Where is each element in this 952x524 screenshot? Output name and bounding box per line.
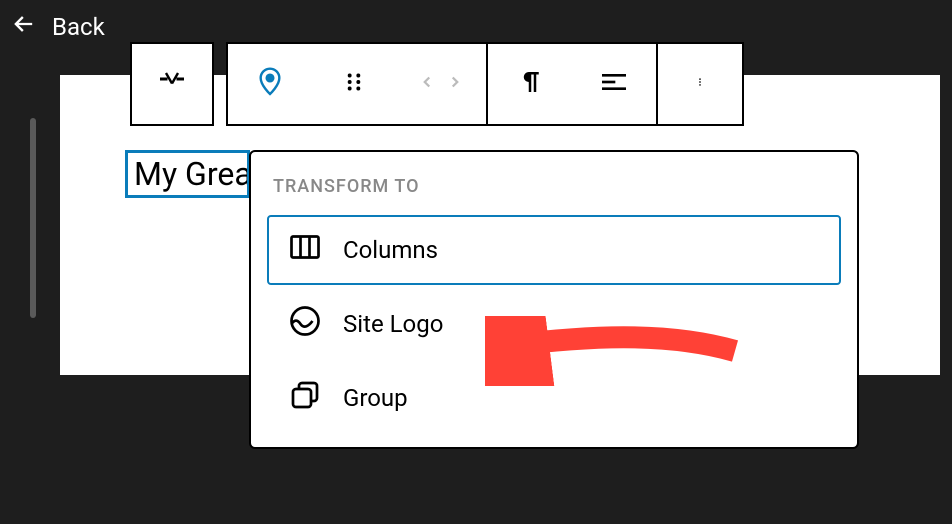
- kebab-icon: [695, 67, 705, 101]
- chevron-right-icon: [446, 68, 464, 100]
- menu-item-label: Columns: [343, 236, 438, 264]
- drag-handle-button[interactable]: [312, 44, 396, 124]
- block-toolbar: [130, 42, 744, 126]
- site-title-block-icon: [154, 64, 190, 104]
- transform-popover: TRANSFORM TO Columns Site Logo Group: [249, 150, 859, 449]
- site-title-block[interactable]: My Great Site: [125, 150, 250, 198]
- back-label: Back: [52, 13, 105, 41]
- menu-item-label: Site Logo: [343, 310, 443, 338]
- paragraph-button[interactable]: [488, 44, 572, 124]
- block-transform-button[interactable]: [228, 44, 312, 124]
- transform-option-site-logo[interactable]: Site Logo: [267, 289, 841, 359]
- drag-handle-icon: [341, 69, 367, 99]
- pilcrow-icon: [515, 67, 545, 101]
- site-logo-icon: [287, 303, 323, 345]
- map-pin-icon: [254, 66, 286, 102]
- back-button[interactable]: Back: [10, 10, 105, 44]
- site-title-text: My Great Site: [134, 155, 250, 193]
- transform-option-columns[interactable]: Columns: [267, 215, 841, 285]
- block-type-button[interactable]: [130, 42, 214, 126]
- mover-buttons[interactable]: [396, 44, 486, 124]
- group-icon: [287, 377, 323, 419]
- align-button[interactable]: [572, 44, 656, 124]
- popover-heading: TRANSFORM TO: [251, 170, 857, 211]
- align-icon: [598, 66, 630, 102]
- toolbar-group: [226, 42, 744, 126]
- menu-item-label: Group: [343, 384, 408, 412]
- columns-icon: [287, 229, 323, 271]
- scroll-indicator: [30, 118, 36, 318]
- transform-option-group[interactable]: Group: [267, 363, 841, 433]
- chevron-left-icon: [418, 68, 436, 100]
- more-options-button[interactable]: [658, 44, 742, 124]
- arrow-left-icon: [10, 10, 38, 44]
